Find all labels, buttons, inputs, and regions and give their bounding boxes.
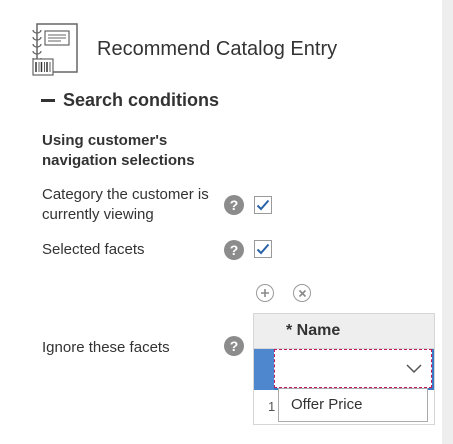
catalog-entry-icon [27,22,83,78]
plus-circle-icon [261,289,269,297]
help-icon[interactable]: ? [224,336,244,356]
minus-icon[interactable] [41,98,55,102]
column-header-name[interactable]: * Name [286,322,340,340]
selected-facets-checkbox[interactable] [254,240,272,258]
row-selector[interactable] [254,349,274,390]
section-title: Search conditions [63,89,220,110]
current-category-label: Category the customer is currently viewi… [42,186,209,223]
x-circle-icon [298,289,306,297]
ignore-facets-label: Ignore these facets [42,339,170,356]
chevron-down-icon[interactable] [405,362,423,374]
help-icon[interactable]: ? [224,195,244,215]
add-facet-button[interactable] [256,284,274,302]
scroll-gutter [442,0,453,444]
help-icon[interactable]: ? [224,240,244,260]
dropdown-option-offer-price[interactable]: Offer Price [291,396,362,413]
checkmark-icon [256,243,270,255]
current-category-checkbox[interactable] [254,196,272,214]
dropdown-list: Offer Price [278,388,428,422]
table-row[interactable] [254,349,434,390]
subsection-title: Using customer's navigation selections [42,132,195,169]
grid-header: * Name [254,314,434,349]
search-conditions-toggle[interactable]: Search conditions [41,89,219,111]
remove-facet-button[interactable] [293,284,311,302]
facet-name-select[interactable] [274,349,432,388]
checkmark-icon [256,199,270,211]
row-number: 1 [268,399,276,414]
selected-facets-label: Selected facets [42,241,145,258]
page-title: Recommend Catalog Entry [97,38,338,60]
